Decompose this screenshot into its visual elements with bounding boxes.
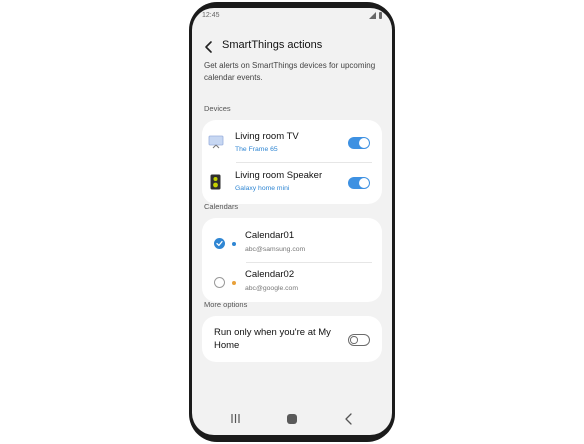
device-name: Living room Speaker — [235, 170, 323, 181]
calendar-color-dot — [232, 281, 236, 285]
page-title: SmartThings actions — [222, 39, 323, 51]
status-bar: 12:45 — [192, 8, 392, 24]
section-calendars: Calendars — [204, 202, 239, 211]
calendar-color-dot — [232, 242, 236, 246]
toggle-knob — [359, 138, 369, 148]
device-model: The Frame 65 — [235, 146, 278, 153]
section-more-options: More options — [204, 300, 248, 309]
home-button[interactable] — [287, 414, 297, 424]
calendar-name: Calendar01 — [245, 230, 295, 241]
toggle-knob — [350, 336, 358, 344]
device-name: Living room TV — [235, 131, 299, 142]
calendar-name: Calendar02 — [245, 269, 295, 280]
tv-toggle[interactable] — [348, 137, 370, 149]
run-at-home-row[interactable]: Run only when you're at My Home — [202, 320, 382, 360]
navigation-bar — [192, 405, 392, 435]
device-row-speaker[interactable]: Living room Speaker Galaxy home mini — [202, 164, 382, 202]
page-description: Get alerts on SmartThings devices for up… — [204, 61, 376, 82]
checkbox-checked[interactable] — [214, 238, 225, 249]
recent-apps-icon[interactable] — [231, 414, 240, 423]
screen: 12:45 SmartThings actions Get alerts on … — [192, 8, 392, 435]
calendars-card: Calendar01 abc@samsung.com Calendar02 ab… — [202, 218, 382, 302]
divider — [236, 162, 372, 163]
run-at-home-label: Run only when you're at My Home — [214, 327, 331, 351]
back-arrow-icon[interactable] — [202, 40, 216, 54]
devices-card: Living room TV The Frame 65 Living room … — [202, 120, 382, 204]
device-row-tv[interactable]: Living room TV The Frame 65 — [202, 124, 382, 162]
speaker-toggle[interactable] — [348, 177, 370, 189]
run-at-home-toggle[interactable] — [348, 334, 370, 346]
tv-icon — [208, 135, 224, 149]
back-nav-icon[interactable] — [344, 413, 354, 425]
toggle-knob — [359, 178, 369, 188]
checkbox-unchecked[interactable] — [214, 277, 225, 288]
battery-icon — [379, 12, 382, 19]
speaker-icon — [210, 174, 221, 190]
checkmark-icon — [216, 240, 223, 247]
calendar-account: abc@google.com — [245, 285, 298, 292]
signal-icon — [369, 12, 376, 19]
calendar-account: abc@samsung.com — [245, 246, 306, 253]
calendar-row-1[interactable]: Calendar01 abc@samsung.com — [202, 222, 382, 260]
more-options-card: Run only when you're at My Home — [202, 316, 382, 362]
status-time: 12:45 — [202, 12, 220, 19]
calendar-row-2[interactable]: Calendar02 abc@google.com — [202, 262, 382, 300]
device-model: Galaxy home mini — [235, 185, 290, 192]
section-devices: Devices — [204, 104, 231, 113]
